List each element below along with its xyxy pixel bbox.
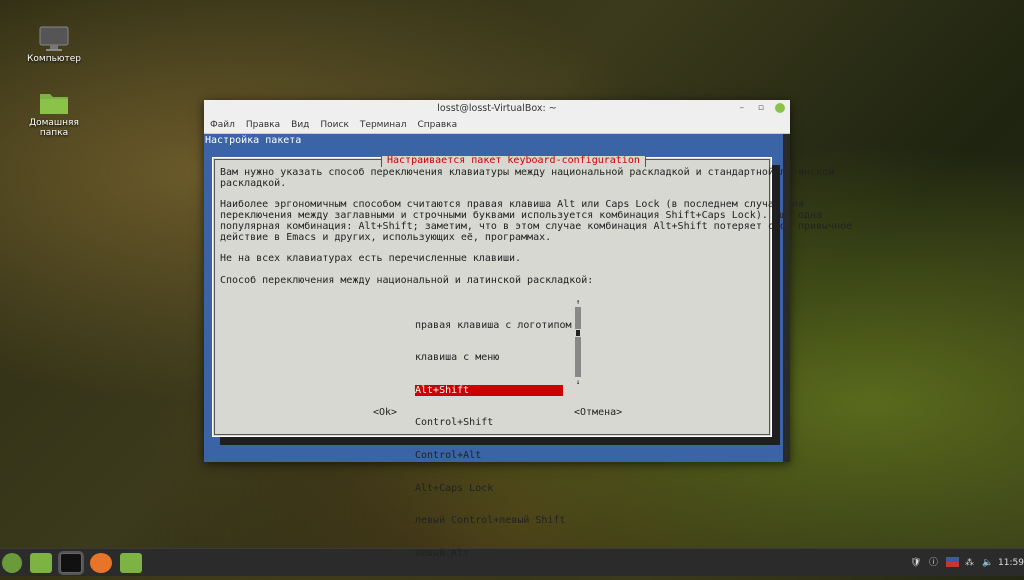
us-flag-icon[interactable]: [946, 557, 959, 567]
scroll-track: [575, 337, 581, 377]
terminal-window: losst@losst-VirtualBox: ~ – ▫ Файл Правка…: [204, 100, 852, 559]
scroll-up-icon[interactable]: ↑: [575, 298, 581, 306]
scroll-thumb[interactable]: [576, 330, 580, 336]
scroll-track: [575, 307, 581, 329]
firefox-icon[interactable]: [90, 553, 112, 573]
list-item[interactable]: левый Alt: [415, 548, 563, 559]
window-titlebar[interactable]: losst@losst-VirtualBox: ~ – ▫: [204, 100, 790, 117]
list-item[interactable]: Alt+Caps Lock: [415, 483, 563, 494]
files-icon[interactable]: [30, 553, 52, 573]
backtitle: Настройка пакета: [205, 135, 302, 146]
shield-icon[interactable]: 🛡: [910, 549, 921, 577]
network-icon[interactable]: ⁂: [965, 549, 974, 577]
list-item[interactable]: клавиша с меню: [415, 352, 563, 363]
menu-terminal[interactable]: Терминал: [360, 120, 407, 130]
list-item[interactable]: Control+Shift: [415, 417, 563, 428]
terminal-scrollbar[interactable]: [783, 134, 790, 462]
menu-view[interactable]: Вид: [291, 120, 309, 130]
maximize-button[interactable]: ▫: [758, 100, 764, 117]
dialog-title: Настраивается пакет keyboard-configurati…: [381, 155, 646, 167]
list-item[interactable]: левый Control+левый Shift: [415, 515, 566, 526]
close-button[interactable]: [775, 103, 785, 113]
desktop-icon-home[interactable]: Домашняя папка: [14, 90, 94, 138]
mint-menu-icon[interactable]: [2, 553, 22, 573]
list-item-selected[interactable]: Alt+Shift: [415, 384, 563, 396]
cancel-button[interactable]: <Отмена>: [574, 407, 622, 419]
volume-icon[interactable]: 🔈: [982, 549, 993, 577]
update-icon[interactable]: ⓘ: [929, 549, 938, 577]
clock[interactable]: 11:59: [998, 549, 1024, 577]
list-item[interactable]: правая клавиша с логотипом: [415, 320, 572, 331]
folder-icon[interactable]: [120, 553, 142, 573]
scroll-down-icon[interactable]: ↓: [575, 378, 581, 386]
menubar: Файл Правка Вид Поиск Терминал Справка: [204, 117, 790, 134]
desktop-icon-label: Домашняя папка: [29, 118, 79, 138]
list-scrollbar[interactable]: ↑ ↓: [575, 298, 581, 386]
folder-icon: [39, 90, 69, 114]
window-title: losst@losst-VirtualBox: ~: [437, 103, 557, 114]
menu-search[interactable]: Поиск: [320, 120, 349, 130]
menu-help[interactable]: Справка: [417, 120, 457, 130]
terminal-icon[interactable]: [60, 553, 82, 573]
desktop-icon-computer[interactable]: Компьютер: [14, 26, 94, 64]
desktop-icon-label: Компьютер: [27, 54, 81, 64]
minimize-button[interactable]: –: [740, 100, 745, 117]
config-dialog: Настраивается пакет keyboard-configurati…: [212, 155, 852, 559]
options-list: правая клавиша с логотипом клавиша с мен…: [415, 298, 572, 580]
dialog-text: Вам нужно указать способ переключения кл…: [220, 167, 853, 286]
list-item[interactable]: Control+Alt: [415, 450, 563, 461]
computer-icon: [39, 26, 69, 51]
ok-button[interactable]: <Ok>: [373, 407, 397, 419]
menu-file[interactable]: Файл: [210, 120, 235, 130]
menu-edit[interactable]: Правка: [246, 120, 280, 130]
